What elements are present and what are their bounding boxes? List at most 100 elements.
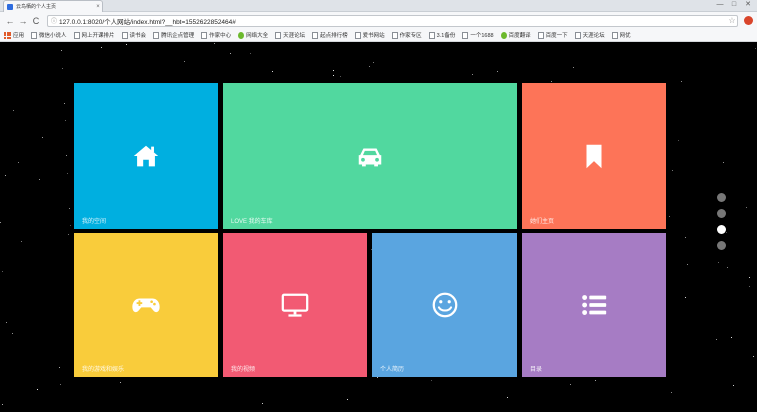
tile-list[interactable]: 目录: [522, 233, 666, 377]
bookmark-item[interactable]: 网优: [611, 31, 631, 39]
bookmark-label: 天涯论坛: [582, 33, 605, 39]
star-dot: [749, 286, 750, 287]
tile-smile[interactable]: 个人简历: [372, 233, 517, 377]
bookmark-item[interactable]: 作家中心: [201, 31, 231, 39]
star-dot: [347, 399, 348, 400]
bookmark-item[interactable]: 百度翻译: [500, 31, 531, 39]
browser-tab[interactable]: 云鸟栖的个人主页 ×: [3, 0, 103, 12]
star-dot: [21, 241, 22, 242]
star-dot: [733, 385, 734, 386]
star-dot: [59, 367, 60, 368]
star-dot: [731, 337, 732, 338]
bookmark-item[interactable]: 应用: [4, 31, 24, 39]
extension-icon[interactable]: [744, 16, 753, 25]
bookmark-icon: [579, 141, 609, 171]
bookmark-item[interactable]: 天涯论坛: [275, 31, 305, 39]
page-content: 我的空间 LOVE 我的车库 她们主页 我的游戏和娱乐 我的视频 个人简历 目录: [0, 43, 757, 412]
star-dot: [551, 81, 552, 82]
bookmark-item[interactable]: 天涯论坛: [574, 31, 605, 39]
bookmark-item[interactable]: 起点排行榜: [312, 31, 348, 39]
page-icon: [354, 31, 361, 39]
star-dot: [37, 389, 38, 390]
star-dot: [42, 137, 43, 138]
tile-car-label: LOVE 我的车库: [231, 219, 273, 225]
bookmark-item[interactable]: 一个1688: [462, 31, 494, 39]
star-dot: [716, 339, 717, 340]
bookmark-item[interactable]: 网络大全: [238, 31, 268, 39]
close-window-icon[interactable]: ✕: [741, 0, 755, 10]
star-dot: [62, 68, 63, 69]
star-dot: [214, 43, 215, 44]
star-dot: [723, 162, 724, 163]
pagination-dot[interactable]: [717, 193, 726, 202]
page-icon: [428, 31, 435, 39]
bookmark-item[interactable]: 网上开课排片: [73, 31, 115, 39]
star-dot: [507, 397, 508, 398]
star-dot: [681, 81, 682, 82]
star-dot: [12, 333, 13, 334]
forward-arrow-icon[interactable]: →: [17, 15, 29, 27]
tab-close-icon[interactable]: ×: [94, 4, 102, 10]
bookmark-label: 网络大全: [246, 33, 269, 39]
star-dot: [250, 53, 251, 54]
gamepad-icon: [131, 290, 161, 320]
star-dot: [573, 67, 574, 68]
bookmark-item[interactable]: 读书会: [121, 31, 146, 39]
page-favicon-icon: [7, 3, 13, 10]
maximize-icon[interactable]: □: [727, 0, 741, 10]
star-dot: [101, 47, 102, 48]
star-dot: [369, 66, 370, 67]
tile-home-label: 我的空间: [82, 219, 107, 225]
bookmark-label: 腾讯企点管理: [161, 33, 195, 39]
page-pagination: [717, 193, 727, 257]
bookmark-item[interactable]: 3.1备份: [428, 31, 455, 39]
home-icon: [131, 141, 161, 171]
pagination-dot[interactable]: [717, 241, 726, 250]
tile-bookmark[interactable]: 她们主页: [522, 83, 666, 229]
tile-game-label: 我的游戏和娱乐: [82, 367, 125, 373]
page-icon: [31, 31, 38, 39]
star-dot: [685, 297, 686, 298]
star-dot: [753, 356, 754, 357]
star-dot: [65, 120, 66, 121]
bookmark-item[interactable]: 微信小说人: [31, 31, 67, 39]
tile-car[interactable]: LOVE 我的车库: [223, 83, 517, 229]
star-dot: [373, 62, 374, 63]
back-arrow-icon[interactable]: ←: [4, 15, 16, 27]
star-dot: [749, 277, 750, 278]
star-dot: [687, 264, 688, 265]
star-dot: [5, 175, 6, 176]
star-dot: [0, 222, 1, 223]
pagination-dot[interactable]: [717, 225, 726, 234]
bookmark-star-icon[interactable]: ☆: [727, 16, 737, 25]
reload-icon[interactable]: C: [30, 15, 42, 27]
minimize-icon[interactable]: —: [713, 0, 727, 10]
address-bar[interactable]: ⓘ 127.0.0.1:8020/个人网站/index.html?__hbt=1…: [47, 14, 738, 27]
star-dot: [333, 75, 334, 76]
bookmark-item[interactable]: 百度一下: [537, 31, 568, 39]
star-dot: [718, 262, 719, 263]
bookmark-item[interactable]: 作家专区: [391, 31, 422, 39]
page-icon: [73, 31, 80, 39]
bookmark-label: 微信小说人: [39, 33, 67, 39]
tile-tv[interactable]: 我的视频: [223, 233, 367, 377]
page-icon: [611, 31, 618, 39]
star-dot: [67, 173, 68, 174]
info-icon[interactable]: ⓘ: [51, 16, 59, 25]
star-dot: [68, 234, 69, 235]
star-dot: [262, 403, 263, 404]
page-icon: [275, 31, 282, 39]
star-dot: [184, 61, 185, 62]
bookmark-label: 百度一下: [545, 33, 568, 39]
pagination-dot[interactable]: [717, 209, 726, 218]
circle-icon: [500, 31, 507, 39]
url-text[interactable]: 127.0.0.1:8020/个人网站/index.html?__hbt=155…: [59, 16, 727, 26]
tile-list-label: 目录: [530, 367, 543, 373]
star-dot: [669, 216, 670, 217]
bookmark-item[interactable]: 爱书网站: [354, 31, 385, 39]
tile-game[interactable]: 我的游戏和娱乐: [74, 233, 218, 377]
tab-strip: 云鸟栖的个人主页 × — □ ✕: [0, 0, 757, 12]
bookmark-item[interactable]: 腾讯企点管理: [153, 31, 194, 39]
page-icon: [462, 31, 469, 39]
tile-home[interactable]: 我的空间: [74, 83, 218, 229]
